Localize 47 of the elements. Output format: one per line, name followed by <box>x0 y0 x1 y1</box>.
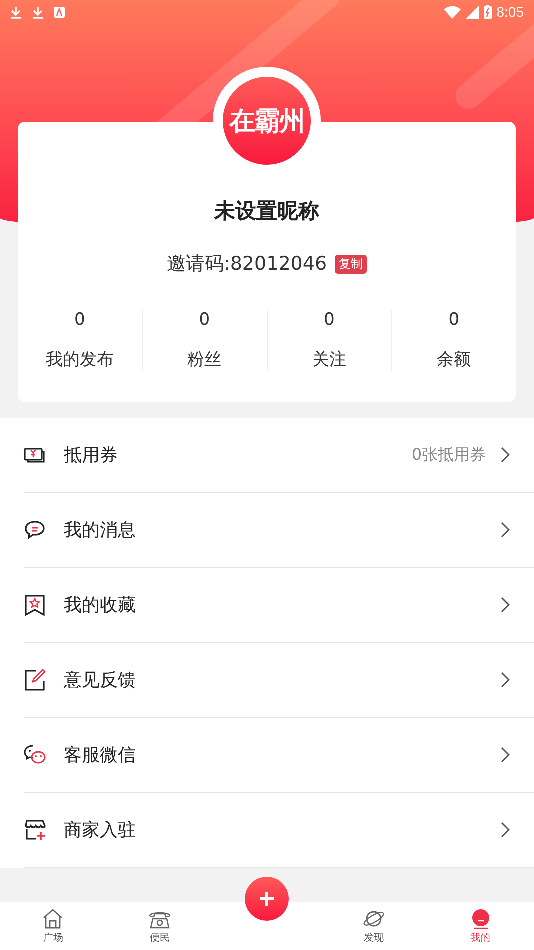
chevron-right-icon <box>500 447 510 463</box>
invite-code: 邀请码:82012046 <box>166 252 328 277</box>
chevron-right-icon <box>500 597 510 613</box>
menu-detail: 0张抵用券 <box>412 444 486 466</box>
planet-icon <box>362 909 385 929</box>
add-button[interactable] <box>244 877 289 921</box>
battery-icon <box>484 5 492 19</box>
menu-item[interactable]: 客服微信 <box>24 718 534 793</box>
chevron-right-icon <box>500 522 510 538</box>
stat-item[interactable]: 0 我的发布 <box>18 310 142 371</box>
user-icon <box>470 909 492 929</box>
menu-label: 意见反馈 <box>64 669 137 692</box>
download-icon <box>32 6 44 18</box>
wifi-icon <box>444 6 461 18</box>
chevron-right-icon <box>500 822 510 838</box>
menu-label: 我的消息 <box>64 519 137 542</box>
logo-text: 在霸州 <box>230 106 304 138</box>
menu-item[interactable]: 抵用券 0张抵用券 <box>24 418 534 493</box>
wechat-icon <box>24 744 46 766</box>
menu-label: 抵用券 <box>64 444 119 467</box>
tab-item[interactable]: 发现 <box>320 902 428 950</box>
home-icon <box>42 909 64 929</box>
status-time: 8:05 <box>496 4 524 20</box>
nickname: 未设置昵称 <box>214 198 320 225</box>
menu-item[interactable]: 意见反馈 <box>24 643 534 718</box>
chevron-right-icon <box>500 672 510 688</box>
chevron-right-icon <box>500 747 510 763</box>
stat-item[interactable]: 0 余额 <box>391 310 516 371</box>
stat-item[interactable]: 0 关注 <box>266 310 392 371</box>
menu-item[interactable]: 我的消息 <box>24 493 534 568</box>
signal-icon <box>466 6 479 18</box>
menu-item[interactable]: 我的收藏 <box>24 568 534 643</box>
menu-label: 商家入驻 <box>64 819 137 842</box>
bookmark-star-icon <box>24 594 46 616</box>
tab-item[interactable]: 广场 <box>0 902 107 950</box>
tab-item[interactable]: 我的 <box>427 902 534 950</box>
app-icon <box>54 6 65 18</box>
menu-label: 我的收藏 <box>64 594 137 617</box>
store-icon <box>24 819 46 841</box>
chat-bubble-icon <box>24 519 46 541</box>
download-icon <box>10 6 22 18</box>
menu-item[interactable]: 商家入驻 <box>24 793 534 868</box>
copy-button[interactable]: 复制 <box>335 254 368 274</box>
menu-label: 客服微信 <box>64 744 137 767</box>
tab-item[interactable]: 便民 <box>106 902 214 950</box>
edit-icon <box>24 669 46 691</box>
stat-item[interactable]: 0 粉丝 <box>142 310 266 371</box>
